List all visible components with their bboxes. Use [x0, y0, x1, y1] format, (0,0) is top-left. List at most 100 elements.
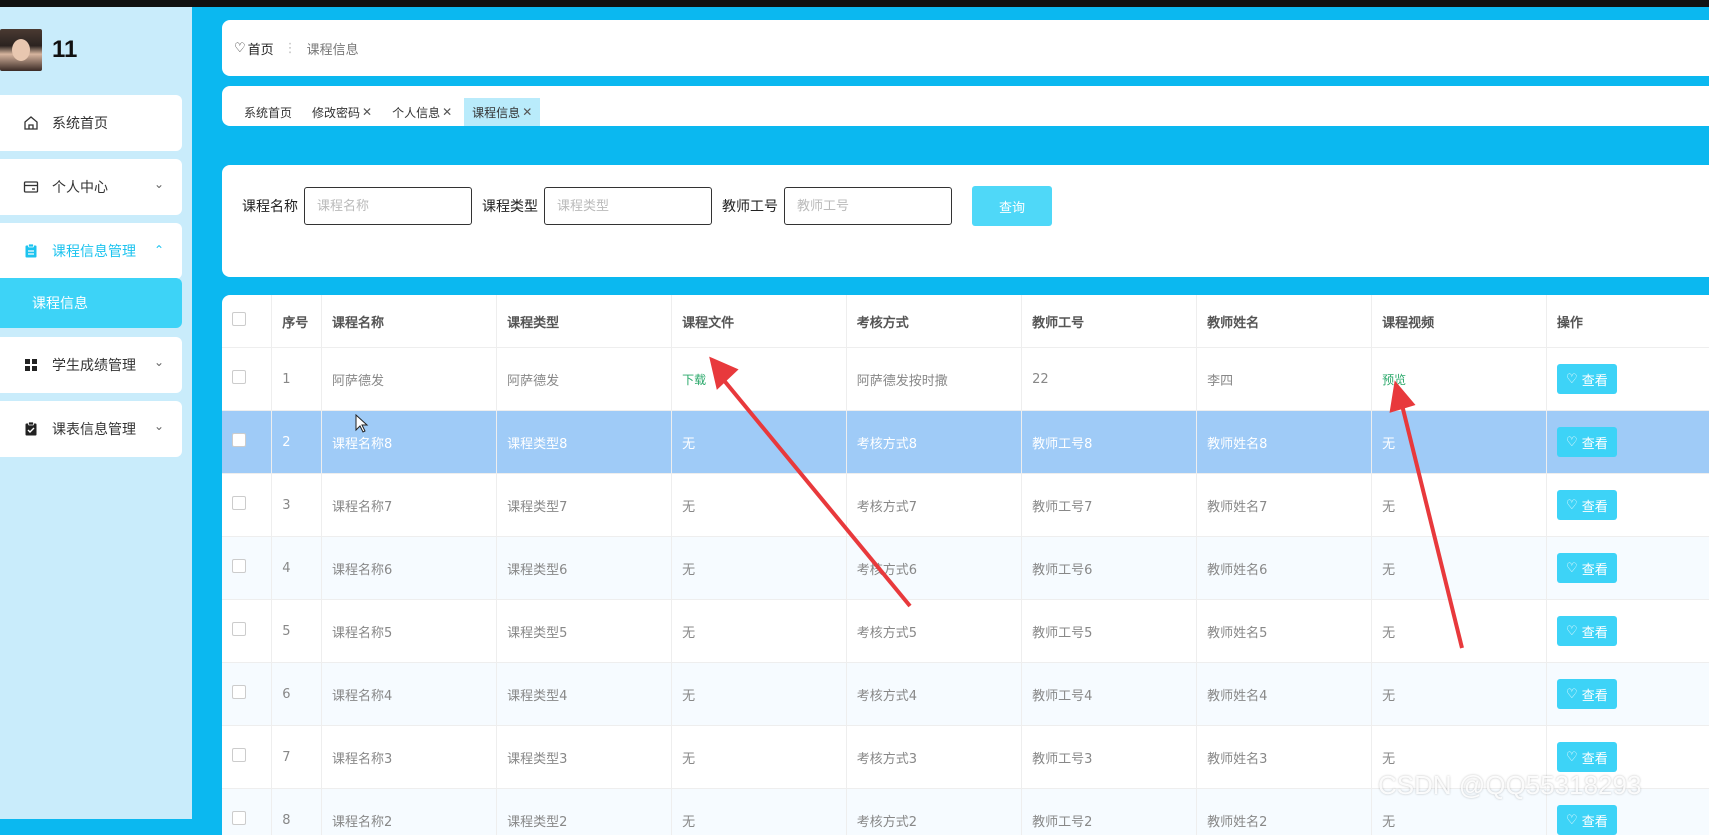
- cell-text: 课程类型7: [507, 500, 567, 515]
- table-cell: 6: [272, 663, 322, 726]
- table-cell: 无: [672, 537, 847, 600]
- checklist-icon: [22, 420, 40, 438]
- course-type-label: 课程类型: [482, 196, 538, 216]
- table-row[interactable]: 2课程名称8课程类型8无考核方式8教师工号8教师姓名8无♡查看: [222, 411, 1709, 474]
- cell-text: 课程类型8: [507, 437, 567, 452]
- cell-text: 教师工号2: [1032, 815, 1092, 830]
- table-cell: 无: [672, 726, 847, 789]
- table-cell: 课程类型3: [497, 726, 672, 789]
- cell-text: 无: [1382, 563, 1395, 578]
- teacher-id-input[interactable]: [784, 187, 952, 225]
- cell-text: 考核方式3: [857, 752, 917, 767]
- table-cell: 教师工号2: [1022, 789, 1197, 835]
- row-checkbox[interactable]: [232, 559, 246, 573]
- tab-personal-info[interactable]: 个人信息✕: [384, 98, 460, 126]
- table-cell: 课程名称8: [322, 411, 497, 474]
- sidebar-item-schedule-management[interactable]: 课表信息管理 ⌄: [0, 401, 182, 457]
- breadcrumb-home-label: 首页: [248, 39, 274, 58]
- cell-text: 教师工号7: [1032, 500, 1092, 515]
- row-checkbox[interactable]: [232, 748, 246, 762]
- row-select-cell: [222, 726, 272, 789]
- table-cell: 课程类型2: [497, 789, 672, 835]
- table-cell: 考核方式6: [846, 537, 1021, 600]
- submenu-item-course-info[interactable]: 课程信息: [0, 278, 182, 328]
- select-all-checkbox[interactable]: [232, 312, 246, 326]
- heart-icon: ♡: [1566, 561, 1578, 576]
- row-checkbox[interactable]: [232, 370, 246, 384]
- table-cell: 课程类型6: [497, 537, 672, 600]
- home-icon: [22, 114, 40, 132]
- cell-text: 课程名称8: [332, 437, 392, 452]
- preview-link[interactable]: 预览: [1382, 373, 1406, 387]
- search-row: 课程名称 课程类型 教师工号 查询: [242, 186, 1052, 226]
- breadcrumb-home[interactable]: ♡ 首页: [234, 39, 274, 58]
- tab-home[interactable]: 系统首页: [236, 98, 300, 126]
- select-all-cell: [222, 295, 272, 348]
- close-icon[interactable]: ✕: [442, 105, 452, 119]
- sidebar-item-course-management[interactable]: 课程信息管理 ⌃: [0, 223, 182, 279]
- view-button[interactable]: ♡查看: [1557, 364, 1617, 394]
- sidebar-item-personal-center[interactable]: 个人中心 ⌄: [0, 159, 182, 215]
- column-header: 教师姓名: [1197, 295, 1372, 348]
- view-button[interactable]: ♡查看: [1557, 553, 1617, 583]
- table-row[interactable]: 4课程名称6课程类型6无考核方式6教师工号6教师姓名6无♡查看: [222, 537, 1709, 600]
- table-cell: 无: [672, 600, 847, 663]
- tab-change-password[interactable]: 修改密码✕: [304, 98, 380, 126]
- table-cell: 无: [672, 411, 847, 474]
- cell-text: 无: [682, 437, 695, 452]
- sidebar-item-label: 课表信息管理: [52, 419, 136, 439]
- table-cell: 下载: [672, 348, 847, 411]
- table-cell: 阿萨德发: [322, 348, 497, 411]
- heart-icon: ♡: [1566, 687, 1578, 702]
- close-icon[interactable]: ✕: [362, 105, 372, 119]
- cell-text: 课程名称6: [332, 563, 392, 578]
- query-button[interactable]: 查询: [972, 186, 1052, 226]
- heart-icon: ♡: [1566, 498, 1578, 513]
- cell-text: 课程类型6: [507, 563, 567, 578]
- cell-text: 无: [682, 626, 695, 641]
- cell-text: 课程类型2: [507, 815, 567, 830]
- tab-course-info[interactable]: 课程信息✕: [464, 98, 540, 126]
- table-cell: 课程类型5: [497, 600, 672, 663]
- view-button[interactable]: ♡查看: [1557, 679, 1617, 709]
- grid-icon: [22, 356, 40, 374]
- table-cell: 考核方式7: [846, 474, 1021, 537]
- table-cell: 教师工号8: [1022, 411, 1197, 474]
- table-cell: 教师姓名6: [1197, 537, 1372, 600]
- row-checkbox[interactable]: [232, 622, 246, 636]
- table-row[interactable]: 1阿萨德发阿萨德发下载阿萨德发按时撒22李四预览♡查看: [222, 348, 1709, 411]
- avatar[interactable]: [0, 29, 42, 71]
- breadcrumb-separator: ⋮: [284, 41, 297, 56]
- row-checkbox[interactable]: [232, 496, 246, 510]
- close-icon[interactable]: ✕: [522, 105, 532, 119]
- table-row[interactable]: 6课程名称4课程类型4无考核方式4教师工号4教师姓名4无♡查看: [222, 663, 1709, 726]
- cell-text: 考核方式5: [857, 626, 917, 641]
- column-header: 考核方式: [846, 295, 1021, 348]
- view-button[interactable]: ♡查看: [1557, 805, 1617, 835]
- view-button[interactable]: ♡查看: [1557, 490, 1617, 520]
- cell-text: 教师工号6: [1032, 563, 1092, 578]
- course-type-input[interactable]: [544, 187, 712, 225]
- row-select-cell: [222, 474, 272, 537]
- row-checkbox[interactable]: [232, 685, 246, 699]
- cell-text: 8: [282, 813, 290, 828]
- table-row[interactable]: 5课程名称5课程类型5无考核方式5教师工号5教师姓名5无♡查看: [222, 600, 1709, 663]
- view-button[interactable]: ♡查看: [1557, 742, 1617, 772]
- table-cell: 阿萨德发按时撒: [846, 348, 1021, 411]
- sidebar-item-grade-management[interactable]: 学生成绩管理 ⌄: [0, 337, 182, 393]
- sidebar-item-home[interactable]: 系统首页: [0, 95, 182, 151]
- table-cell: 3: [272, 474, 322, 537]
- row-checkbox[interactable]: [232, 433, 246, 447]
- row-checkbox[interactable]: [232, 811, 246, 825]
- heart-icon: ♡: [1566, 372, 1578, 387]
- table-cell: 5: [272, 600, 322, 663]
- username: 11: [52, 36, 77, 64]
- cell-text: 课程名称3: [332, 752, 392, 767]
- view-button[interactable]: ♡查看: [1557, 616, 1617, 646]
- actions-cell: ♡查看: [1546, 411, 1709, 474]
- course-name-input[interactable]: [304, 187, 472, 225]
- chevron-down-icon: ⌄: [154, 419, 164, 433]
- view-button[interactable]: ♡查看: [1557, 427, 1617, 457]
- download-link[interactable]: 下载: [682, 373, 706, 387]
- table-row[interactable]: 3课程名称7课程类型7无考核方式7教师工号7教师姓名7无♡查看: [222, 474, 1709, 537]
